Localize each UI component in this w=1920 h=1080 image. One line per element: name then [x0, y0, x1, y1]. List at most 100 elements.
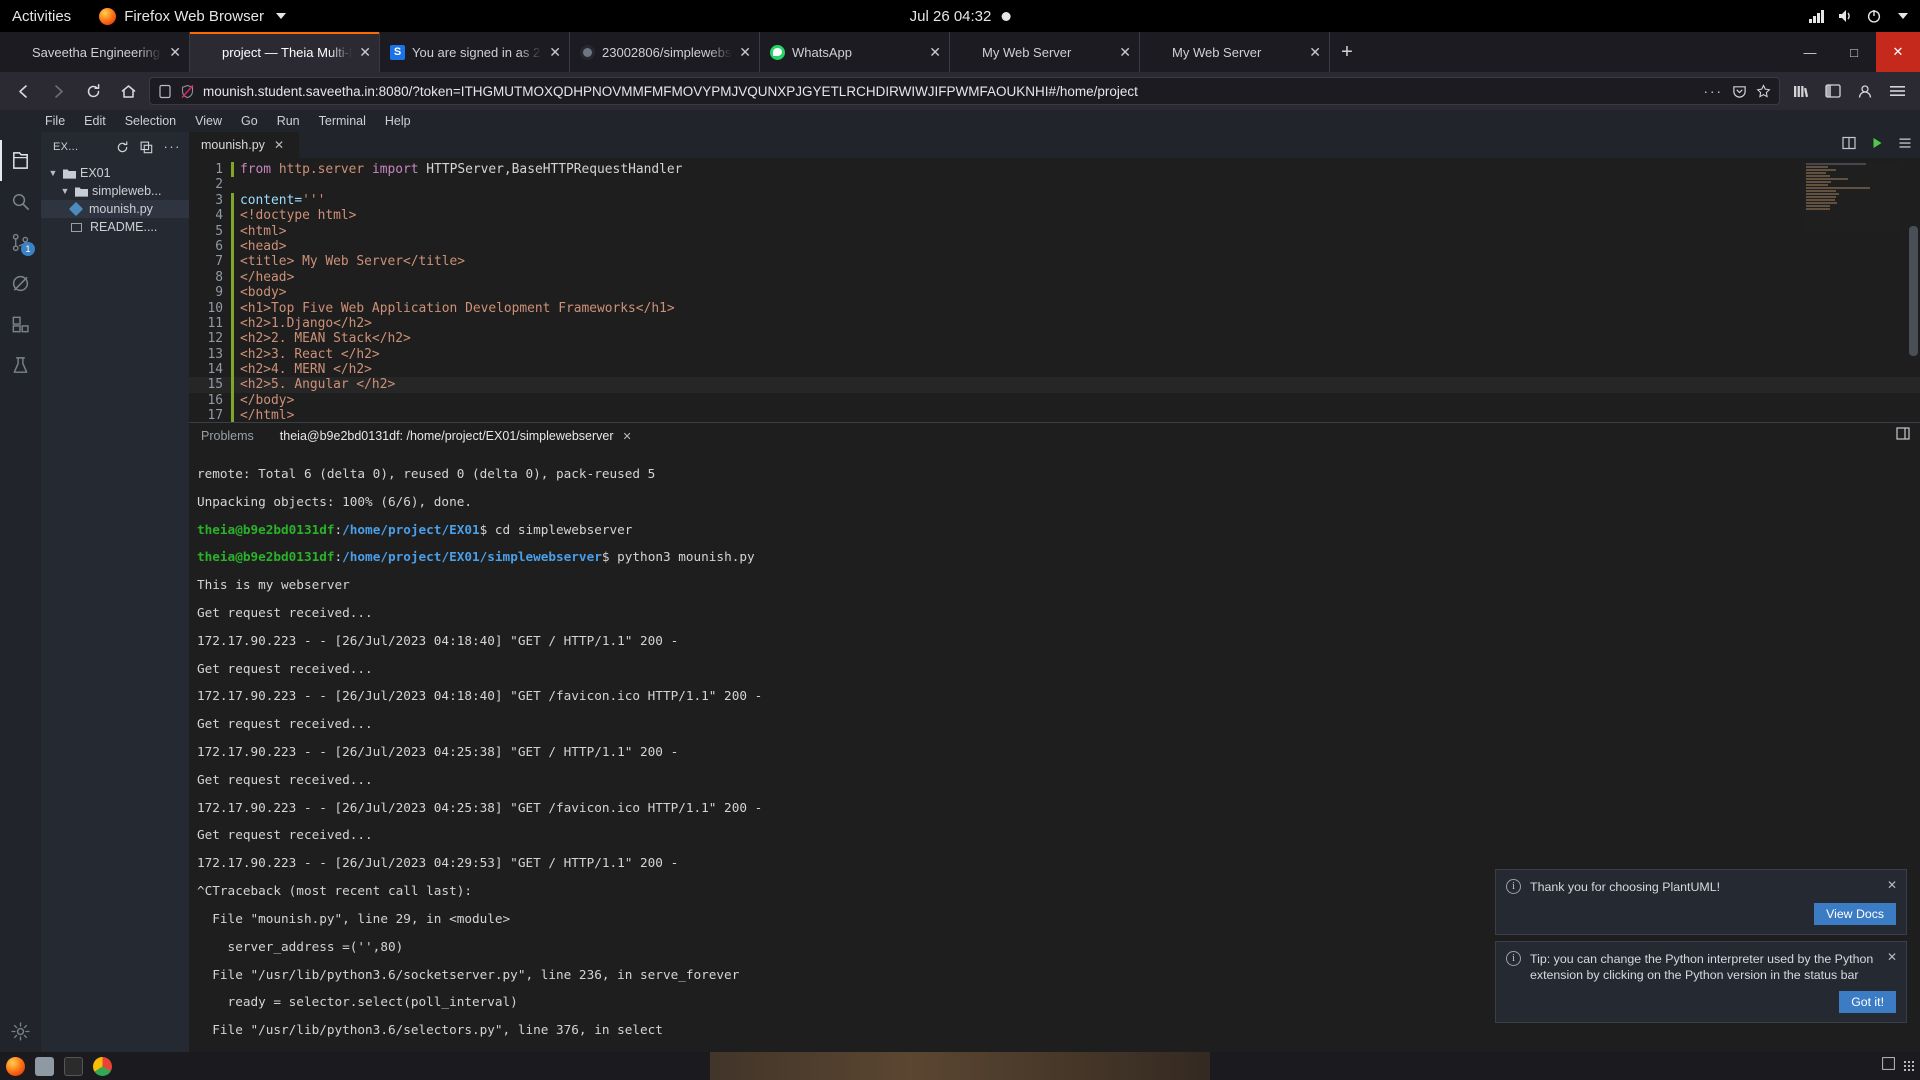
browser-tab[interactable]: S You are signed in as 2300 ✕	[380, 32, 570, 72]
new-tab-button[interactable]: +	[1330, 32, 1364, 72]
back-button[interactable]	[9, 77, 37, 105]
menu-run[interactable]: Run	[277, 114, 300, 128]
firefox-dock-icon[interactable]	[6, 1057, 25, 1076]
home-button[interactable]	[114, 77, 142, 105]
account-icon[interactable]	[1851, 77, 1879, 105]
line-text: <h2>2. MEAN Stack</h2>	[240, 331, 411, 346]
chrome-dock-icon[interactable]	[93, 1057, 112, 1076]
browser-tab[interactable]: My Web Server ✕	[950, 32, 1140, 72]
collapse-all-icon[interactable]	[140, 141, 153, 154]
chevron-down-icon[interactable]: ▼	[47, 168, 59, 178]
activity-bar-bottom	[0, 1011, 41, 1052]
notification-close-icon[interactable]: ✕	[1887, 950, 1897, 964]
browser-tab[interactable]: WhatsApp ✕	[760, 32, 950, 72]
browser-tab-active[interactable]: project — Theia Multi-Langu ✕	[190, 32, 380, 72]
more-icon[interactable]: ···	[164, 143, 182, 151]
system-tray[interactable]	[1809, 9, 1908, 23]
code-editor[interactable]: 1from http.server import HTTPServer,Base…	[189, 158, 1920, 422]
refresh-icon[interactable]	[116, 141, 129, 154]
save-to-pocket-icon[interactable]	[1732, 84, 1747, 99]
got-it-button[interactable]: Got it!	[1839, 991, 1896, 1013]
tab-close-icon[interactable]: ✕	[739, 45, 751, 59]
minimize-button[interactable]: —	[1788, 32, 1832, 72]
menu-edit[interactable]: Edit	[84, 114, 106, 128]
app-menu-firefox[interactable]: Firefox Web Browser	[99, 8, 286, 25]
tree-item-label: simpleweb...	[92, 184, 161, 198]
terminal-line: 172.17.90.223 - - [26/Jul/2023 04:18:40]…	[197, 633, 678, 648]
tab-close-icon[interactable]: ✕	[359, 45, 371, 59]
address-bar[interactable]: mounish.student.saveetha.in:8080/?token=…	[149, 77, 1780, 105]
menu-terminal[interactable]: Terminal	[319, 114, 366, 128]
menu-go[interactable]: Go	[241, 114, 258, 128]
app-menu-icon[interactable]	[1883, 77, 1911, 105]
tab-close-icon[interactable]: ✕	[549, 45, 561, 59]
url-text[interactable]: mounish.student.saveetha.in:8080/?token=…	[203, 84, 1696, 99]
maximize-panel-icon[interactable]	[1896, 427, 1910, 443]
tree-item-folder[interactable]: ▼ EX01	[41, 164, 189, 182]
page-info-icon[interactable]	[158, 84, 172, 99]
tab-problems[interactable]: Problems	[201, 429, 254, 443]
sidebar-item-test[interactable]	[0, 345, 41, 386]
code-line: 5<html>	[189, 224, 1920, 239]
panel-tab-close-icon[interactable]: ✕	[623, 430, 632, 443]
tracking-protection-off-icon[interactable]	[180, 84, 195, 99]
sidebar-item-source-control[interactable]: 1	[0, 222, 41, 263]
minimap[interactable]	[1802, 162, 1902, 232]
maximize-button[interactable]: □	[1832, 32, 1876, 72]
tree-item-file-readme[interactable]: README....	[41, 218, 189, 236]
notification-stack: i Thank you for choosing PlantUML! ✕ Vie…	[1495, 869, 1907, 1023]
sidebar-item-debug[interactable]	[0, 263, 41, 304]
activities-button[interactable]: Activities	[12, 8, 71, 25]
split-editor-icon[interactable]	[1842, 136, 1856, 155]
notification-close-icon[interactable]: ✕	[1887, 878, 1897, 892]
sidebar-item-explorer[interactable]	[0, 140, 41, 181]
tree-item-file-mounish-py[interactable]: mounish.py	[41, 200, 189, 218]
editor-actions-icon[interactable]	[1898, 136, 1912, 155]
browser-tab[interactable]: My Web Server ✕	[1140, 32, 1330, 72]
terminal-dock-icon[interactable]	[64, 1057, 83, 1076]
editor-tab-close-icon[interactable]: ✕	[274, 138, 284, 152]
tab-close-icon[interactable]: ✕	[169, 45, 181, 59]
tab-title: You are signed in as 2300	[412, 45, 542, 60]
browser-tab[interactable]: Saveetha Engineering Colleg ✕	[0, 32, 190, 72]
tree-item-label: README....	[90, 220, 157, 234]
line-text: </html>	[240, 408, 294, 422]
close-window-button[interactable]: ✕	[1876, 32, 1920, 72]
tab-close-icon[interactable]: ✕	[1309, 45, 1321, 59]
more-actions-icon[interactable]: ···	[1704, 84, 1724, 99]
browser-tab[interactable]: 23002806/simplewebser ✕	[570, 32, 760, 72]
reload-button[interactable]	[79, 77, 107, 105]
sidebar-item-settings[interactable]	[0, 1011, 41, 1052]
editor-scrollbar[interactable]	[1909, 226, 1918, 356]
grip-icon[interactable]	[1904, 1061, 1914, 1071]
code-line: 9<body>	[189, 285, 1920, 300]
tab-title: 23002806/simplewebser	[602, 45, 732, 60]
tab-terminal[interactable]: theia@b9e2bd0131df: /home/project/EX01/s…	[280, 429, 632, 443]
sidebar-item-search[interactable]	[0, 181, 41, 222]
tree-item-label: mounish.py	[89, 202, 153, 216]
run-play-icon[interactable]	[1870, 136, 1884, 155]
chevron-down-icon[interactable]: ▼	[59, 186, 71, 196]
tree-item-folder[interactable]: ▼ simpleweb...	[41, 182, 189, 200]
bookmark-star-icon[interactable]	[1756, 84, 1771, 99]
line-text: <head>	[240, 239, 287, 254]
markdown-file-icon	[71, 223, 82, 232]
view-docs-button[interactable]: View Docs	[1814, 903, 1896, 925]
menu-selection[interactable]: Selection	[125, 114, 176, 128]
github-icon	[580, 45, 595, 60]
editor-tab-mounish-py[interactable]: mounish.py ✕	[189, 132, 299, 158]
tray-icon[interactable]	[1882, 1057, 1895, 1075]
system-clock[interactable]: Jul 26 04:32	[910, 8, 1011, 25]
library-icon[interactable]	[1787, 77, 1815, 105]
files-dock-icon[interactable]	[35, 1057, 54, 1076]
sidebar-item-extensions[interactable]	[0, 304, 41, 345]
code-line: 6<head>	[189, 239, 1920, 254]
tab-close-icon[interactable]: ✕	[1119, 45, 1131, 59]
sidebar-icon[interactable]	[1819, 77, 1847, 105]
menu-view[interactable]: View	[195, 114, 222, 128]
forward-button[interactable]	[44, 77, 72, 105]
tab-close-icon[interactable]: ✕	[929, 45, 941, 59]
terminal-line: ^CTraceback (most recent call last):	[197, 883, 472, 898]
menu-help[interactable]: Help	[385, 114, 411, 128]
menu-file[interactable]: File	[45, 114, 65, 128]
